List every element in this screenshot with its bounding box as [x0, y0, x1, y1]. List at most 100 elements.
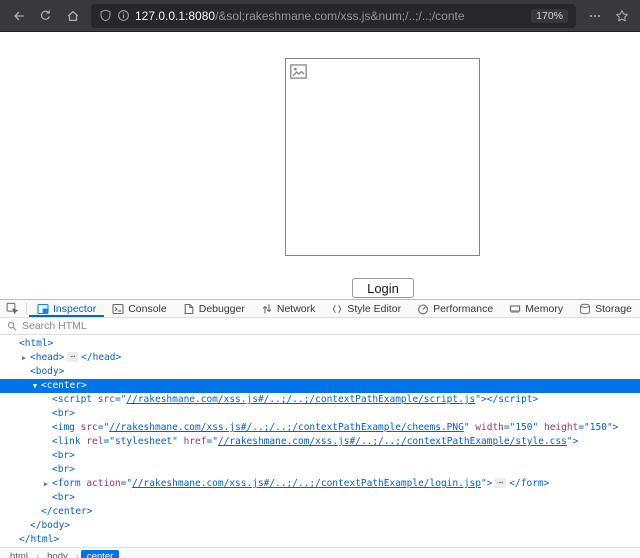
markup-token: >	[487, 478, 493, 489]
markup-line[interactable]: <body>	[0, 365, 640, 379]
attribute-link[interactable]: //rakeshmane.com/xss.js#/..;/..;/context…	[126, 394, 475, 405]
pick-element-button[interactable]	[0, 300, 24, 317]
tab-label: Style Editor	[347, 303, 401, 315]
tab-style-editor[interactable]: Style Editor	[323, 300, 409, 317]
markup-token: stylesheet	[115, 436, 172, 447]
markup-token: ="	[104, 436, 115, 447]
breadcrumb-separator-icon: ›	[76, 550, 79, 558]
tab-label: Network	[277, 303, 316, 315]
markup-token: <form	[52, 478, 81, 489]
tab-debugger[interactable]: Debugger	[175, 300, 253, 317]
tab-label: Memory	[525, 303, 563, 315]
markup-line[interactable]: </center>	[0, 505, 640, 519]
markup-line[interactable]: <html>	[0, 337, 640, 351]
reload-button[interactable]	[33, 5, 58, 27]
inspector-icon	[37, 303, 49, 315]
expand-arrow-icon[interactable]: ▶	[19, 351, 29, 365]
home-button[interactable]	[60, 5, 85, 27]
tab-label: Storage	[595, 303, 632, 315]
devtools-tabbar: Inspector Console Debugger Network Style Edi…	[0, 300, 640, 318]
markup-token: 150	[590, 422, 607, 433]
markup-token: ="	[121, 478, 132, 489]
attribute-link[interactable]: //rakeshmane.com/xss.js#/..;/..;/context…	[218, 436, 567, 447]
style-editor-icon	[331, 303, 343, 315]
markup-line[interactable]: <link rel="stylesheet" href="//rakeshman…	[0, 435, 640, 449]
back-button[interactable]	[6, 5, 31, 27]
attribute-link[interactable]: //rakeshmane.com/xss.js#/..;/..;/context…	[132, 478, 481, 489]
login-button[interactable]: Login	[352, 278, 414, 298]
back-icon	[12, 9, 26, 23]
bookmark-button[interactable]	[609, 5, 634, 27]
markup-token: src	[75, 422, 98, 433]
page-actions-button[interactable]	[582, 5, 607, 27]
markup-line[interactable]: ▶<form action="//rakeshmane.com/xss.js#/…	[0, 477, 640, 491]
show-all-nodes-badge[interactable]: ⋯	[495, 478, 506, 488]
breadcrumbs-bar: html›body›center	[0, 547, 640, 558]
storage-icon	[579, 303, 591, 315]
markup-line[interactable]: <img src="//rakeshmane.com/xss.js#/..;/.…	[0, 421, 640, 435]
markup-token: <br>	[52, 492, 75, 503]
markup-token: ="	[98, 422, 109, 433]
tab-label: Inspector	[53, 303, 96, 315]
url-path: /&sol;rakeshmane.com/xss.js&num;/..;/..;…	[215, 9, 464, 23]
home-icon	[66, 9, 80, 23]
breadcrumb-body[interactable]: body	[41, 550, 74, 558]
url-bar[interactable]: 127.0.0.1:8080/&sol;rakeshmane.com/xss.j…	[91, 4, 576, 28]
markup-token: ="	[207, 436, 218, 447]
performance-icon	[417, 303, 429, 315]
markup-token: action	[81, 478, 121, 489]
tab-inspector[interactable]: Inspector	[29, 300, 104, 317]
zoom-indicator[interactable]: 170%	[531, 9, 568, 23]
reload-icon	[39, 9, 52, 22]
markup-token: href	[178, 436, 207, 447]
markup-token: ="	[504, 422, 515, 433]
tab-label: Console	[128, 303, 167, 315]
debugger-icon	[183, 303, 195, 315]
markup-line[interactable]: </body>	[0, 519, 640, 533]
breadcrumb-html[interactable]: html	[4, 550, 34, 558]
markup-token: <img	[52, 422, 75, 433]
devtools-panel: Inspector Console Debugger Network Style Edi…	[0, 299, 640, 558]
tab-performance[interactable]: Performance	[409, 300, 501, 317]
markup-token: </form>	[509, 478, 549, 489]
tab-label: Performance	[433, 303, 493, 315]
markup-token: <body>	[30, 366, 64, 377]
console-icon	[112, 303, 124, 315]
meatballs-icon	[588, 9, 602, 23]
tab-storage[interactable]: Storage	[571, 300, 640, 317]
markup-line[interactable]: <br>	[0, 449, 640, 463]
attribute-link[interactable]: //rakeshmane.com/xss.js#/..;/..;/context…	[109, 422, 464, 433]
markup-line[interactable]: <br>	[0, 491, 640, 505]
breadcrumb-center[interactable]: center	[81, 550, 119, 558]
markup-line[interactable]: <br>	[0, 407, 640, 421]
markup-token: <html>	[19, 338, 53, 349]
markup-search-bar	[0, 318, 640, 335]
shield-icon[interactable]	[99, 9, 112, 22]
markup-line[interactable]: ▼<center>	[0, 379, 640, 393]
markup-token: <br>	[52, 464, 75, 475]
markup-line[interactable]: </html>	[0, 533, 640, 547]
show-all-nodes-badge[interactable]: ⋯	[67, 352, 78, 362]
tab-memory[interactable]: Memory	[501, 300, 571, 317]
network-icon	[261, 303, 273, 315]
markup-tree: <html> ▶<head>⋯</head><body> ▼<center><scr…	[0, 335, 640, 547]
markup-token: ="	[578, 422, 589, 433]
tab-network[interactable]: Network	[253, 300, 324, 317]
collapse-arrow-icon[interactable]: ▼	[30, 379, 40, 393]
search-html-input[interactable]	[22, 320, 633, 332]
markup-line[interactable]: <script src="//rakeshmane.com/xss.js#/..…	[0, 393, 640, 407]
broken-image-icon	[290, 64, 307, 79]
markup-token: 150	[515, 422, 532, 433]
star-icon	[615, 9, 629, 23]
expand-arrow-icon[interactable]: ▶	[41, 477, 51, 491]
tab-console[interactable]: Console	[104, 300, 175, 317]
markup-line[interactable]: <br>	[0, 463, 640, 477]
markup-token: <br>	[52, 408, 75, 419]
markup-token: </script>	[487, 394, 538, 405]
site-info-icon[interactable]	[117, 9, 130, 22]
markup-token: height	[538, 422, 578, 433]
tab-label: Debugger	[199, 303, 245, 315]
markup-token: <head>	[30, 352, 64, 363]
markup-line[interactable]: ▶<head>⋯</head>	[0, 351, 640, 365]
broken-image-placeholder	[285, 58, 480, 256]
